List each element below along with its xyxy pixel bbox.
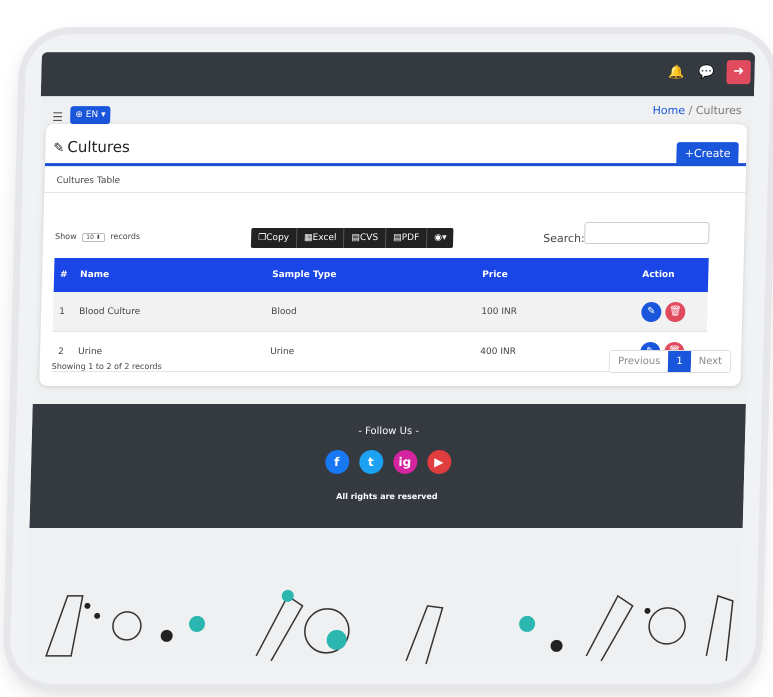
lab-illustration	[45, 589, 734, 665]
show-prefix: Show	[54, 232, 77, 242]
pagination: Previous 1 Next	[608, 350, 732, 373]
page-title: ✎ Cultures	[53, 138, 130, 156]
pdf-button[interactable]: ▤PDF	[385, 228, 428, 249]
copy-label: Copy	[266, 233, 290, 244]
molecule-dot-icon	[550, 639, 563, 652]
flask-icon	[255, 594, 304, 662]
flask-icon	[585, 594, 634, 662]
molecule-dot-icon	[188, 615, 206, 632]
follow-us-label: - Follow Us -	[358, 425, 420, 437]
globe-icon: ⊕	[75, 110, 83, 121]
cell-name: Urine	[77, 346, 103, 357]
cell-price: 100 INR	[481, 306, 518, 317]
col-header-index[interactable]: #	[54, 270, 76, 280]
export-buttons: ❐Copy ▦Excel ▤CVS ▤PDF ◉▾	[250, 228, 454, 249]
chat-icon[interactable]: 💬	[698, 65, 715, 80]
excel-button[interactable]: ▦Excel	[296, 228, 345, 249]
breadcrumb-current: Cultures	[695, 104, 742, 118]
breadcrumb: Home / Cultures	[652, 104, 741, 117]
show-suffix: records	[110, 232, 141, 242]
table-header: # Name Sample Type Price Action	[53, 258, 709, 293]
csv-button[interactable]: ▤CVS	[344, 228, 387, 249]
social-links: f t ig ▶	[31, 449, 745, 474]
molecule-dot-icon	[644, 607, 651, 614]
copy-button[interactable]: ❐Copy	[250, 228, 298, 249]
caret-down-icon: ▾	[100, 110, 106, 121]
col-header-name[interactable]: Name	[76, 270, 266, 280]
youtube-icon[interactable]: ▶	[426, 449, 452, 474]
molecule-dot-icon	[519, 615, 536, 632]
edit-button[interactable]: ✎	[641, 301, 662, 322]
logout-button[interactable]: ➜	[726, 60, 751, 85]
excel-label: Excel	[312, 233, 337, 244]
pen-icon: ✎	[53, 141, 65, 157]
col-header-price[interactable]: Price	[476, 270, 636, 280]
csv-icon: ▤	[351, 233, 361, 244]
trash-icon: 🗑	[668, 305, 682, 317]
create-label: Create	[693, 147, 731, 161]
liquid-icon	[326, 629, 347, 650]
cell-name: Blood Culture	[79, 306, 141, 317]
divider	[44, 192, 746, 194]
page-button[interactable]: 1	[668, 351, 692, 372]
top-navbar: 🔔 💬 ➜	[40, 52, 756, 97]
cell-index: 2	[57, 346, 64, 357]
breadcrumb-separator: /	[688, 104, 693, 118]
col-header-sample-type[interactable]: Sample Type	[266, 270, 476, 280]
table-label: Cultures Table	[56, 176, 121, 187]
molecule-dot-icon	[94, 612, 101, 619]
search-label: Search:	[543, 232, 585, 246]
test-tube-icon	[405, 605, 444, 665]
molecule-dot-icon	[84, 602, 91, 609]
instagram-icon[interactable]: ig	[392, 449, 418, 474]
molecule-dot-icon	[160, 629, 173, 642]
cultures-card: ✎ Cultures +Create Cultures Table Show 10…	[39, 124, 748, 386]
previous-button[interactable]: Previous	[609, 351, 669, 372]
logout-icon: ➜	[732, 64, 745, 80]
search-input[interactable]	[584, 222, 710, 245]
test-tube-icon	[705, 594, 734, 661]
next-button[interactable]: Next	[690, 351, 731, 372]
column-visibility-button[interactable]: ◉▾	[427, 228, 454, 248]
page-title-text: Cultures	[67, 138, 131, 157]
facebook-icon[interactable]: f	[324, 449, 350, 474]
language-label: EN	[85, 110, 99, 121]
page-size-value: 10	[86, 234, 94, 242]
cell-actions: ✎ 🗑	[635, 301, 708, 322]
bell-icon[interactable]: 🔔	[668, 65, 685, 80]
col-header-action: Action	[642, 270, 675, 281]
test-tube-icon	[45, 595, 84, 657]
capsule-icon	[281, 589, 294, 602]
hamburger-icon[interactable]: ☰	[52, 110, 63, 124]
delete-button[interactable]: 🗑	[665, 301, 686, 322]
page-size-control: Show 10 ⬍ records	[54, 232, 141, 243]
create-button[interactable]: +Create	[676, 142, 739, 166]
copyright-text: All rights are reserved	[336, 491, 438, 501]
cell-sample-type: Blood	[271, 306, 297, 317]
csv-label: CVS	[359, 233, 379, 244]
language-dropdown[interactable]: ⊕ EN ▾	[70, 106, 111, 125]
app-screen: 🔔 💬 ➜ ☰ ⊕ EN ▾ Home / Cultures ✎ Cultures…	[25, 52, 756, 666]
breadcrumb-home[interactable]: Home	[652, 104, 685, 117]
magnifier-icon	[648, 607, 686, 645]
page-size-select[interactable]: 10 ⬍	[82, 233, 105, 243]
magnifier-icon	[112, 611, 142, 641]
tablet-frame: 🔔 💬 ➜ ☰ ⊕ EN ▾ Home / Cultures ✎ Cultures…	[9, 34, 772, 684]
table-row: 1 Blood Culture Blood 100 INR ✎ 🗑	[52, 292, 708, 333]
records-summary: Showing 1 to 2 of 2 records	[51, 361, 162, 371]
cell-sample-type: Urine	[270, 346, 295, 357]
pdf-label: PDF	[401, 233, 420, 244]
twitter-icon[interactable]: t	[358, 449, 384, 474]
caret-down-icon: ▾	[441, 233, 447, 244]
cell-index: 1	[58, 306, 65, 317]
card-header: ✎ Cultures +Create	[44, 124, 748, 167]
edit-icon: ✎	[646, 305, 656, 317]
site-footer: - Follow Us - f t ig ▶ All rights are re…	[29, 403, 746, 528]
